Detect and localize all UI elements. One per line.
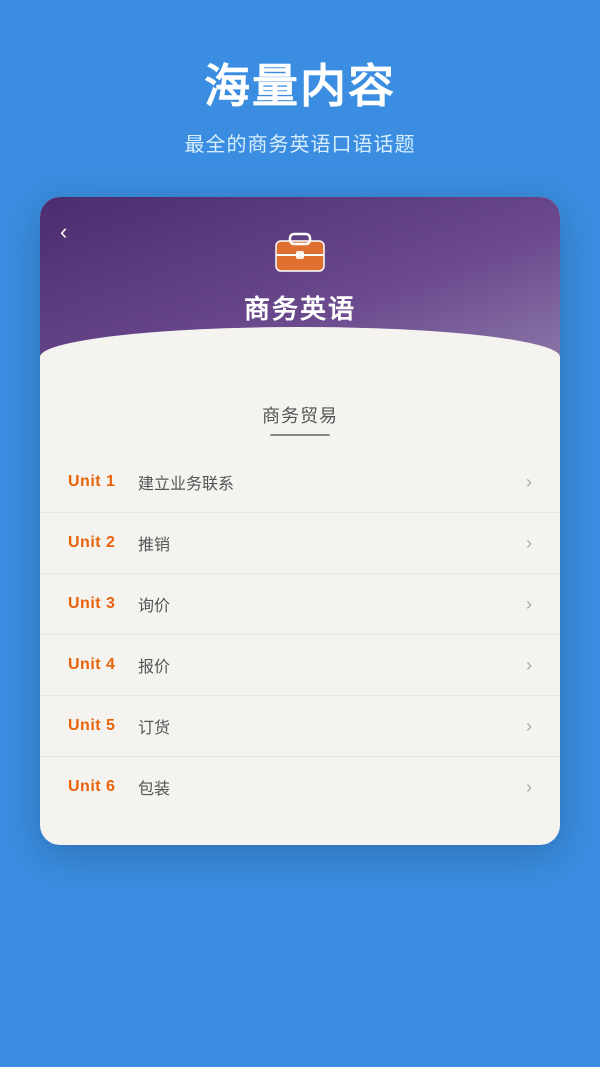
section-title: 商务贸易: [40, 386, 560, 444]
chevron-right-icon: ›: [526, 655, 532, 676]
header-section: 海量内容 最全的商务英语口语话题: [0, 0, 600, 187]
card-header: ‹ 商务英语: [40, 197, 560, 376]
unit-label: Unit 4: [68, 656, 138, 674]
unit-item[interactable]: Unit 1 建立业务联系 ›: [40, 452, 560, 513]
content-card: ‹ 商务英语 商务贸易 Unit 1 建立业务联系 › Unit 2 推: [40, 197, 560, 845]
briefcase-icon: [272, 227, 328, 275]
chevron-right-icon: ›: [526, 533, 532, 554]
unit-label: Unit 5: [68, 717, 138, 735]
unit-description: 订货: [138, 714, 526, 738]
card-body: 商务贸易 Unit 1 建立业务联系 › Unit 2 推销 › Unit 3 …: [40, 376, 560, 845]
unit-item[interactable]: Unit 2 推销 ›: [40, 513, 560, 574]
unit-item[interactable]: Unit 4 报价 ›: [40, 635, 560, 696]
unit-label: Unit 6: [68, 778, 138, 796]
sub-title: 最全的商务英语口语话题: [185, 128, 416, 157]
unit-description: 询价: [138, 592, 526, 616]
unit-item[interactable]: Unit 5 订货 ›: [40, 696, 560, 757]
unit-label: Unit 2: [68, 534, 138, 552]
unit-item[interactable]: Unit 6 包装 ›: [40, 757, 560, 817]
unit-description: 推销: [138, 531, 526, 555]
section-title-underline: [270, 434, 330, 436]
card-title: 商务英语: [244, 289, 356, 326]
unit-label: Unit 3: [68, 595, 138, 613]
unit-description: 包装: [138, 775, 526, 799]
main-title: 海量内容: [204, 50, 396, 116]
unit-label: Unit 1: [68, 473, 138, 491]
chevron-right-icon: ›: [526, 716, 532, 737]
chevron-right-icon: ›: [526, 777, 532, 798]
back-button[interactable]: ‹: [60, 219, 67, 245]
chevron-right-icon: ›: [526, 594, 532, 615]
unit-description: 报价: [138, 653, 526, 677]
unit-item[interactable]: Unit 3 询价 ›: [40, 574, 560, 635]
chevron-right-icon: ›: [526, 472, 532, 493]
unit-list: Unit 1 建立业务联系 › Unit 2 推销 › Unit 3 询价 › …: [40, 444, 560, 825]
unit-description: 建立业务联系: [138, 470, 526, 494]
